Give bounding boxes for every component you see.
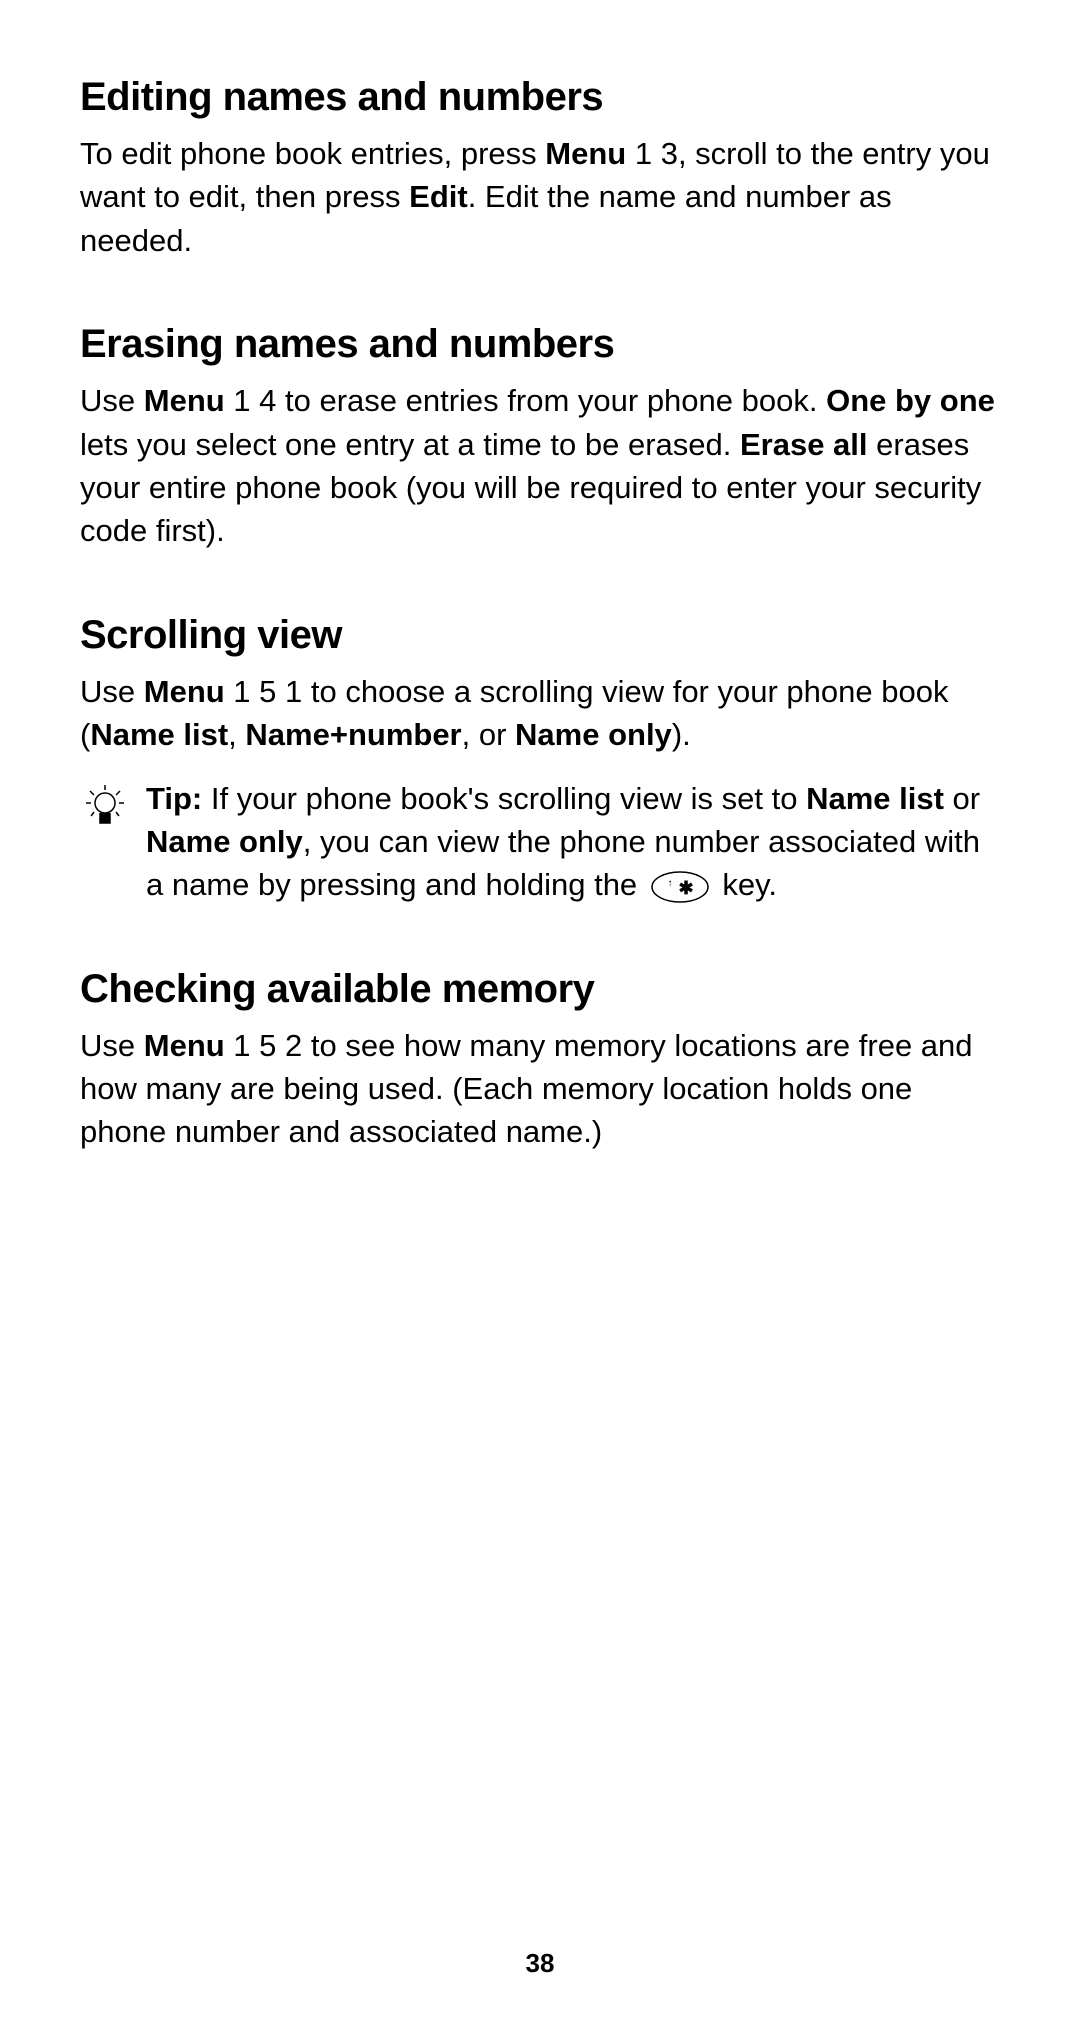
section-scrolling: Scrolling view Use Menu 1 5 1 to choose … [80,613,1000,907]
section-editing: Editing names and numbers To edit phone … [80,75,1000,262]
tip-block: Tip: If your phone book's scrolling view… [80,777,1000,907]
paragraph-erasing: Use Menu 1 4 to erase entries from your … [80,379,1000,553]
paragraph-editing: To edit phone book entries, press Menu 1… [80,132,1000,262]
manual-page: Editing names and numbers To edit phone … [0,0,1080,1154]
paragraph-memory: Use Menu 1 5 2 to see how many memory lo… [80,1024,1000,1154]
heading-editing: Editing names and numbers [80,75,1000,120]
svg-text:↑: ↑ [667,878,672,889]
page-number: 38 [0,1948,1080,1979]
section-erasing: Erasing names and numbers Use Menu 1 4 t… [80,322,1000,553]
heading-erasing: Erasing names and numbers [80,322,1000,367]
lightbulb-icon [80,781,130,831]
section-memory: Checking available memory Use Menu 1 5 2… [80,967,1000,1154]
star-key-icon: ↑✱ [650,869,710,905]
tip-text: Tip: If your phone book's scrolling view… [146,777,1000,907]
paragraph-scrolling: Use Menu 1 5 1 to choose a scrolling vie… [80,670,1000,757]
heading-memory: Checking available memory [80,967,1000,1012]
heading-scrolling: Scrolling view [80,613,1000,658]
svg-text:✱: ✱ [678,878,693,898]
